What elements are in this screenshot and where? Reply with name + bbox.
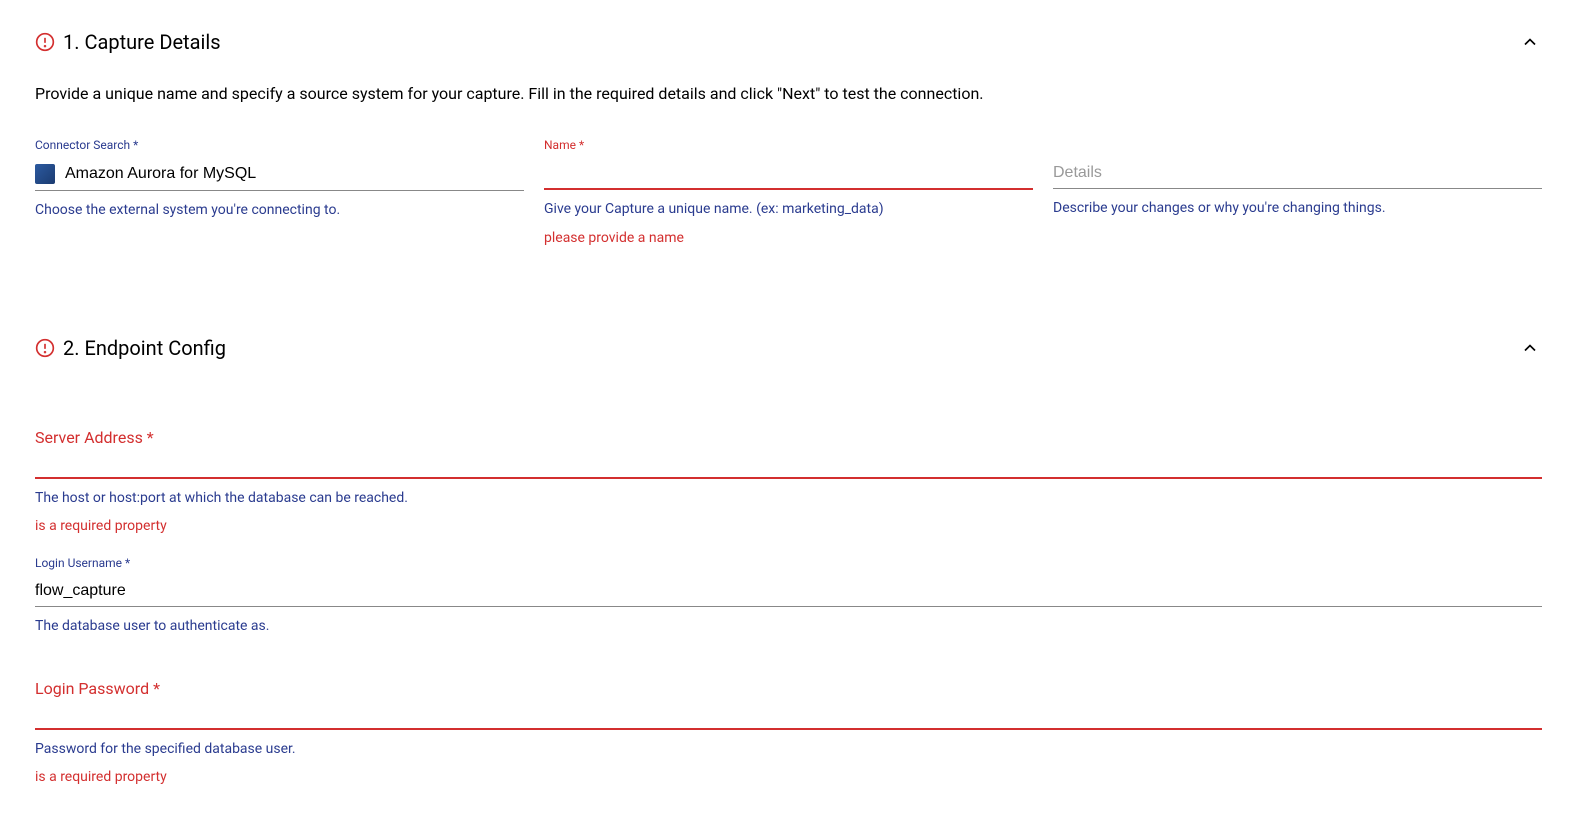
aurora-mysql-icon (35, 164, 55, 184)
connector-search-label: Connector Search * (35, 138, 524, 152)
details-field: _ Describe your changes or why you're ch… (1053, 138, 1542, 246)
section-2-header-left: 2. Endpoint Config (35, 336, 226, 360)
login-username-input[interactable] (35, 582, 1542, 600)
warning-icon (35, 32, 55, 52)
connector-search-input[interactable] (65, 165, 524, 183)
login-username-helper: The database user to authenticate as. (35, 617, 1542, 637)
details-input-wrap[interactable] (1053, 160, 1542, 189)
capture-details-row: Connector Search * Choose the external s… (35, 138, 1542, 246)
server-address-label: Server Address * (35, 428, 1542, 447)
login-username-label: Login Username * (35, 556, 1542, 570)
connector-search-input-wrap[interactable] (35, 160, 524, 191)
login-password-field: Login Password * Password for the specif… (35, 679, 1542, 786)
section-1-header-left: 1. Capture Details (35, 30, 221, 54)
login-username-input-wrap[interactable] (35, 578, 1542, 607)
connector-search-field: Connector Search * Choose the external s… (35, 138, 524, 246)
server-address-error: is a required property (35, 518, 1542, 534)
login-password-input[interactable] (35, 704, 1542, 722)
login-password-input-wrap[interactable] (35, 700, 1542, 730)
warning-icon (35, 338, 55, 358)
login-password-helper: Password for the specified database user… (35, 740, 1542, 760)
details-helper: Describe your changes or why you're chan… (1053, 199, 1542, 219)
login-password-error: is a required property (35, 769, 1542, 785)
name-input[interactable] (544, 164, 1033, 182)
server-address-input-wrap[interactable] (35, 449, 1542, 479)
login-password-label: Login Password * (35, 679, 1542, 698)
server-address-input[interactable] (35, 453, 1542, 471)
server-address-helper: The host or host:port at which the datab… (35, 489, 1542, 509)
chevron-up-icon[interactable] (1518, 30, 1542, 54)
section-1-header: 1. Capture Details (35, 30, 1542, 54)
section-2-title: 2. Endpoint Config (63, 336, 226, 360)
connector-search-helper: Choose the external system you're connec… (35, 201, 524, 221)
chevron-up-icon[interactable] (1518, 336, 1542, 360)
server-address-field: Server Address * The host or host:port a… (35, 428, 1542, 535)
name-error: please provide a name (544, 230, 1033, 246)
name-helper: Give your Capture a unique name. (ex: ma… (544, 200, 1033, 220)
section-2-header: 2. Endpoint Config (35, 336, 1542, 360)
login-username-field: Login Username * The database user to au… (35, 556, 1542, 637)
name-field: Name * Give your Capture a unique name. … (544, 138, 1033, 246)
details-input[interactable] (1053, 164, 1542, 182)
section-1-title: 1. Capture Details (63, 30, 221, 54)
name-input-wrap[interactable] (544, 160, 1033, 190)
name-label: Name * (544, 138, 1033, 152)
section-1-description: Provide a unique name and specify a sour… (35, 82, 1542, 106)
